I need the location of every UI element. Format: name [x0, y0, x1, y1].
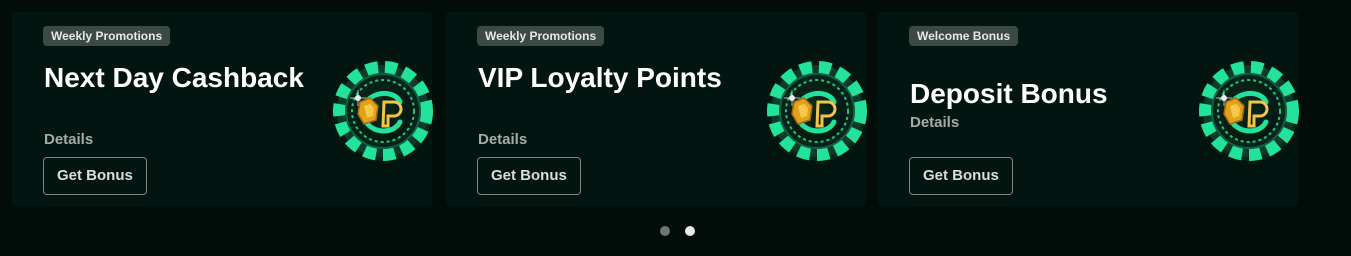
carousel-dot-2[interactable] — [685, 226, 695, 236]
get-bonus-button[interactable]: Get Bonus — [477, 157, 581, 195]
promo-title: Deposit Bonus — [910, 78, 1108, 109]
promo-badge: Weekly Promotions — [43, 26, 171, 46]
promo-title: Next Day Cashback — [44, 62, 304, 93]
casino-chip-icon — [328, 56, 438, 166]
promo-title: VIP Loyalty Points — [478, 62, 722, 93]
carousel-pagination — [660, 226, 695, 236]
get-bonus-button[interactable]: Get Bonus — [43, 157, 147, 195]
details-link[interactable]: Details — [44, 131, 93, 148]
promo-card-next-day-cashback: Weekly Promotions Next Day Cashback Deta… — [12, 12, 432, 207]
details-link[interactable]: Details — [910, 114, 959, 131]
casino-chip-icon — [1194, 56, 1304, 166]
casino-chip-icon — [762, 56, 872, 166]
promo-card-vip-loyalty-points: Weekly Promotions VIP Loyalty Points Det… — [446, 12, 866, 207]
promotions-carousel: Weekly Promotions Next Day Cashback Deta… — [0, 0, 1351, 256]
promo-badge: Weekly Promotions — [477, 26, 605, 46]
get-bonus-button[interactable]: Get Bonus — [909, 157, 1013, 195]
carousel-dot-1[interactable] — [660, 226, 670, 236]
promo-badge: Welcome Bonus — [909, 26, 1019, 46]
promo-card-deposit-bonus: Welcome Bonus Deposit Bonus Details Get … — [878, 12, 1298, 207]
details-link[interactable]: Details — [478, 131, 527, 148]
